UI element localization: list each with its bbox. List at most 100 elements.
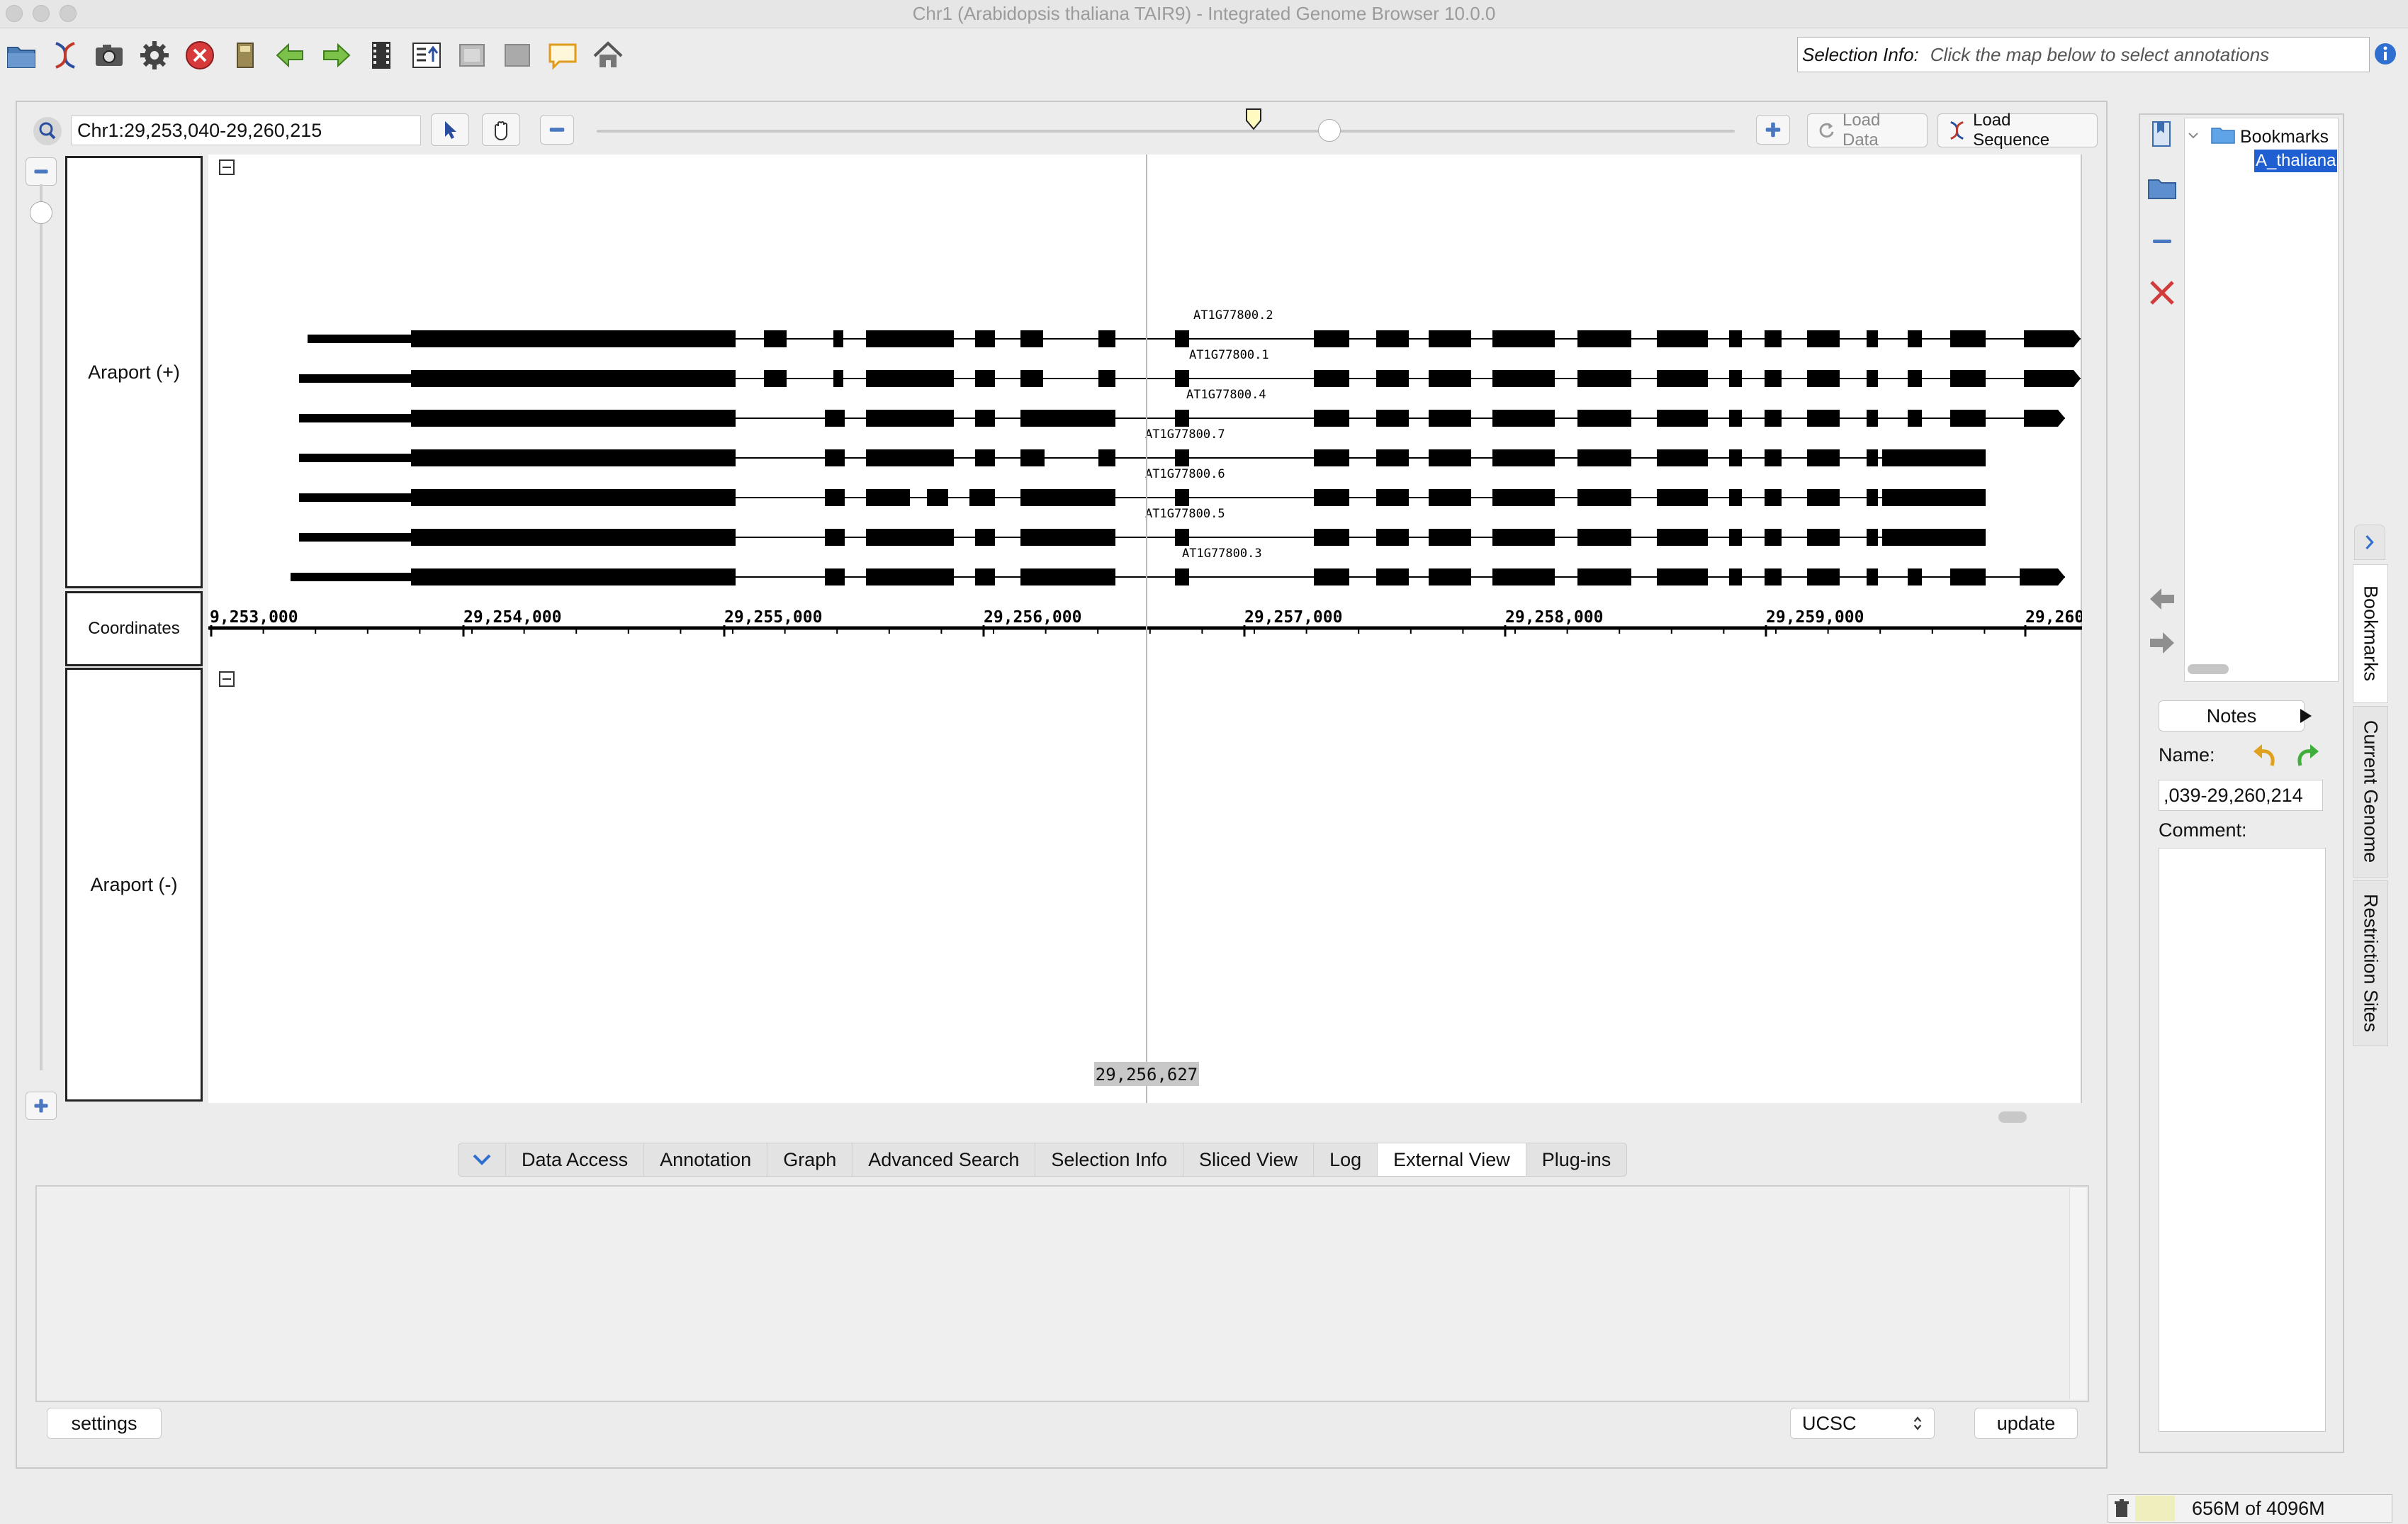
home-button[interactable] bbox=[588, 35, 628, 75]
bookmark-forward-button[interactable] bbox=[2144, 625, 2180, 661]
remove-bookmark-button[interactable] bbox=[2144, 224, 2180, 259]
horizontal-scrollbar-thumb[interactable] bbox=[1998, 1111, 2027, 1123]
undo-button[interactable] bbox=[2251, 741, 2279, 770]
exon-block bbox=[866, 489, 910, 506]
open-file-button[interactable] bbox=[1, 35, 41, 75]
collapse-plus-track-icon[interactable] bbox=[219, 159, 235, 175]
transcript-label: AT1G77800.3 bbox=[1182, 547, 1262, 561]
preferences-button[interactable] bbox=[135, 35, 174, 75]
tab-annotation[interactable]: Annotation bbox=[644, 1143, 768, 1176]
coordinate-tick-label: 29,258,000 bbox=[1505, 608, 1603, 627]
add-bookmark-button[interactable] bbox=[2144, 118, 2180, 153]
vertical-zoom-knob[interactable] bbox=[30, 201, 52, 224]
exon-block bbox=[1867, 529, 1878, 546]
chevron-down-icon[interactable] bbox=[2186, 128, 2200, 142]
exon-block bbox=[1020, 489, 1115, 506]
vertical-zoom-in-button[interactable] bbox=[26, 1092, 57, 1120]
bookmark-root[interactable]: Bookmarks bbox=[2240, 127, 2329, 147]
info-button[interactable] bbox=[2371, 40, 2399, 68]
search-button[interactable] bbox=[31, 115, 64, 147]
fit-view-button[interactable] bbox=[407, 35, 446, 75]
updown-chevron-icon bbox=[1913, 1416, 1922, 1430]
bookmark-comment-input[interactable] bbox=[2159, 848, 2326, 1432]
load-sequence-button[interactable]: Load Sequence bbox=[1937, 111, 2098, 150]
exon-block bbox=[1729, 489, 1742, 506]
notes-button[interactable]: Notes bbox=[2159, 700, 2305, 732]
tab-log[interactable]: Log bbox=[1314, 1143, 1378, 1176]
bookmark-tree-scrollbar[interactable] bbox=[2188, 664, 2229, 674]
track-label-plus[interactable]: Araport (+) bbox=[65, 156, 203, 588]
zoom-stripe-marker[interactable] bbox=[1244, 108, 1263, 130]
panel-icon bbox=[459, 44, 485, 67]
track-label-minus[interactable]: Araport (-) bbox=[65, 668, 203, 1102]
external-source-select[interactable]: UCSC bbox=[1790, 1408, 1935, 1439]
transcript-AT1G77800.6[interactable]: AT1G77800.6 bbox=[299, 467, 1986, 506]
external-view-scrollbar[interactable] bbox=[2069, 1188, 2086, 1399]
minus-icon bbox=[549, 128, 565, 132]
tab-collapse-toggle[interactable] bbox=[458, 1143, 506, 1176]
select-mode-button[interactable] bbox=[431, 113, 469, 146]
collapse-minus-track-icon[interactable] bbox=[219, 671, 235, 687]
add-folder-button[interactable] bbox=[2144, 170, 2180, 206]
marker-icon bbox=[1246, 108, 1261, 130]
transcript-AT1G77800.1[interactable]: AT1G77800.1 bbox=[299, 348, 2081, 387]
notes-expand-button[interactable] bbox=[2296, 706, 2316, 726]
horizontal-zoom-slider[interactable] bbox=[597, 130, 1735, 133]
transcript-AT1G77800.5[interactable]: AT1G77800.5 bbox=[299, 507, 1986, 546]
location-input[interactable]: Chr1:29,253,040-29,260,215 bbox=[71, 116, 421, 145]
update-button[interactable]: update bbox=[1974, 1408, 2078, 1439]
forward-button[interactable] bbox=[316, 35, 356, 75]
snapshot-button[interactable] bbox=[89, 35, 129, 75]
genome-plot-area[interactable]: AT1G77800.2 AT1G77800.1 AT1G77800.4 AT1G778… bbox=[208, 155, 2084, 1103]
stop-button[interactable] bbox=[180, 35, 220, 75]
bookmark-back-button[interactable] bbox=[2144, 581, 2180, 617]
panel-button-2[interactable] bbox=[497, 35, 537, 75]
settings-button[interactable]: settings bbox=[47, 1408, 162, 1439]
tab-external-view[interactable]: External View bbox=[1378, 1143, 1526, 1176]
redo-button[interactable] bbox=[2293, 741, 2322, 770]
exon-block bbox=[411, 489, 736, 506]
side-panel-toggle[interactable] bbox=[2354, 525, 2385, 560]
movie-button[interactable] bbox=[361, 35, 401, 75]
transcript-AT1G77800.2[interactable]: AT1G77800.2 bbox=[308, 308, 2081, 347]
drag-mode-button[interactable] bbox=[482, 113, 520, 146]
tab-advanced-search[interactable]: Advanced Search bbox=[853, 1143, 1036, 1176]
memory-text: 656M of 4096M bbox=[2192, 1497, 2325, 1519]
bookmark-name-input[interactable]: ,039-29,260,214 bbox=[2159, 780, 2323, 811]
tab-data-access[interactable]: Data Access bbox=[506, 1143, 645, 1176]
feedback-button[interactable] bbox=[543, 35, 583, 75]
back-button[interactable] bbox=[271, 35, 310, 75]
transcript-AT1G77800.3[interactable]: AT1G77800.3 bbox=[291, 547, 2065, 585]
delete-bookmark-button[interactable] bbox=[2144, 275, 2180, 310]
exon-block bbox=[1908, 330, 1922, 347]
tab-sliced-view[interactable]: Sliced View bbox=[1183, 1143, 1315, 1176]
clear-button[interactable] bbox=[225, 35, 265, 75]
side-tab-restriction-sites[interactable]: Restriction Sites bbox=[2353, 880, 2388, 1046]
transcript-AT1G77800.4[interactable]: AT1G77800.4 bbox=[299, 388, 2065, 427]
load-data-button[interactable]: Load Data bbox=[1807, 111, 1928, 150]
track-label-coordinates[interactable]: Coordinates bbox=[65, 591, 203, 666]
vertical-zoom-out-button[interactable] bbox=[26, 157, 57, 186]
side-tab-bookmarks[interactable]: Bookmarks bbox=[2353, 564, 2388, 703]
zoom-out-button[interactable] bbox=[540, 115, 574, 145]
horizontal-zoom-knob[interactable] bbox=[1318, 119, 1341, 142]
transcript-AT1G77800.7[interactable]: AT1G77800.7 bbox=[299, 427, 1986, 466]
load-genome-button[interactable] bbox=[45, 35, 85, 75]
bookmark-item[interactable]: A_thaliana bbox=[2254, 150, 2338, 172]
exon-block bbox=[1577, 529, 1631, 546]
tab-graph[interactable]: Graph bbox=[767, 1143, 853, 1176]
genome-plot[interactable]: AT1G77800.2 AT1G77800.1 AT1G77800.4 AT1G778… bbox=[208, 155, 2084, 1103]
side-tab-current-genome[interactable]: Current Genome bbox=[2353, 706, 2388, 878]
tab-selection-info[interactable]: Selection Info bbox=[1035, 1143, 1183, 1176]
coordinate-tick-label: 29,257,000 bbox=[1244, 608, 1342, 627]
panel-button-1[interactable] bbox=[452, 35, 492, 75]
exon-block bbox=[1882, 489, 1980, 506]
exon-block bbox=[1429, 330, 1471, 347]
vertical-zoom-slider[interactable] bbox=[40, 184, 43, 1070]
refresh-icon bbox=[1819, 123, 1834, 138]
exon-block bbox=[2024, 370, 2081, 387]
tab-plug-ins[interactable]: Plug-ins bbox=[1526, 1143, 1627, 1176]
zoom-in-button[interactable] bbox=[1756, 115, 1790, 145]
trash-icon[interactable] bbox=[2111, 1498, 2132, 1519]
folder-icon bbox=[2148, 179, 2176, 199]
